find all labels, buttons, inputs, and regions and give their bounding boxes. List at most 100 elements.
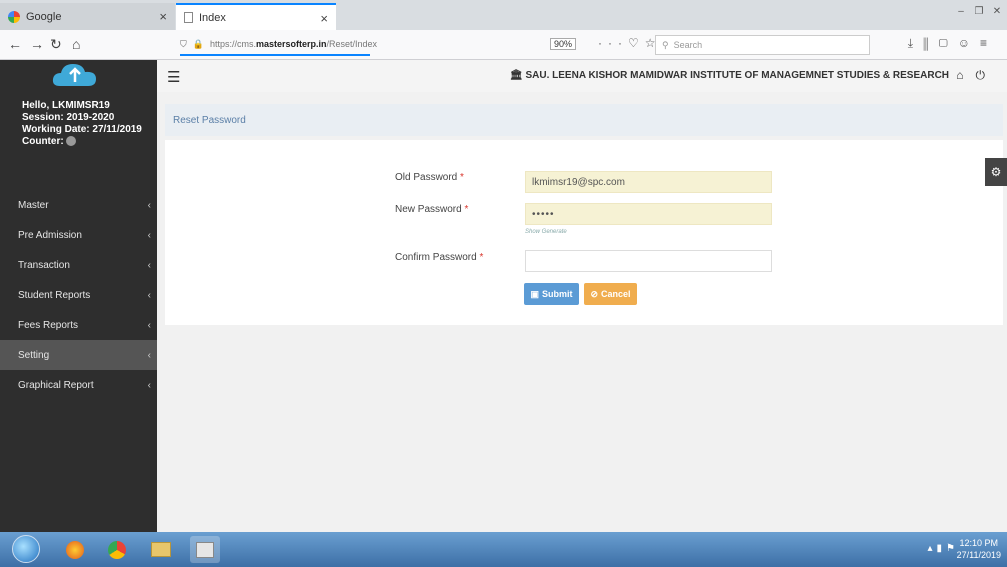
url-domain: mastersofterp.in	[256, 39, 327, 49]
browser-nav-bar: ← → ↻ ⌂ ⛉ 🔒 https://cms. mastersofterp.in…	[0, 30, 1007, 60]
counter-row: Counter:	[22, 136, 142, 148]
header-actions: ⌂⏻	[956, 68, 997, 83]
close-icon[interactable]: ×	[159, 9, 167, 24]
minimize-icon[interactable]: –	[955, 6, 967, 17]
chevron-left-icon: ‹	[147, 289, 151, 301]
reload-icon[interactable]: ↻	[50, 36, 62, 53]
field-value: •••••	[532, 208, 555, 220]
pocket-icon[interactable]: ♡	[628, 36, 645, 50]
sidebar-item-pre-admission[interactable]: Pre Admission ‹	[0, 220, 157, 250]
close-icon[interactable]: ×	[320, 11, 328, 26]
old-password-field[interactable]: lkmimsr19@spc.com	[525, 171, 772, 193]
url-prefix: https://cms.	[209, 39, 256, 49]
menu-icon[interactable]: ≡	[980, 36, 997, 50]
sidebar-item-graphical-report[interactable]: Graphical Report ‹	[0, 370, 157, 400]
sidebar-item-label: Transaction	[18, 259, 70, 271]
chevron-left-icon: ‹	[147, 319, 151, 331]
sidebar-item-label: Setting	[18, 349, 50, 361]
sidebar-item-transaction[interactable]: Transaction ‹	[0, 250, 157, 280]
sidebar-item-label: Fees Reports	[18, 319, 79, 331]
sidebar-item-setting[interactable]: Setting ‹	[0, 340, 157, 370]
chrome-icon[interactable]	[102, 536, 132, 563]
settings-gear-icon[interactable]: ⚙	[985, 158, 1007, 186]
logo	[52, 64, 96, 86]
institute-name: SAU. LEENA KISHOR MAMIDWAR INSTITUTE OF …	[525, 70, 950, 81]
required-mark: *	[464, 204, 469, 215]
sidebar-item-student-reports[interactable]: Student Reports ‹	[0, 280, 157, 310]
page-actions: ···♡☆	[598, 36, 662, 50]
library-icon[interactable]: ⫼	[923, 36, 939, 50]
old-password-label: Old Password *	[395, 172, 464, 183]
window-close-icon[interactable]: ✕	[991, 6, 1003, 17]
button-label: Cancel	[601, 289, 631, 299]
search-icon: ⚲	[662, 39, 669, 50]
firefox-icon[interactable]	[60, 536, 90, 563]
restore-icon[interactable]: ❐	[973, 6, 985, 17]
shield-icon: ⛉	[180, 38, 187, 49]
chevron-left-icon: ‹	[147, 349, 151, 361]
counter-label: Counter:	[22, 136, 64, 147]
institute-title: 🏛 SAU. LEENA KISHOR MAMIDWAR INSTITUTE O…	[510, 70, 949, 81]
hello-text: Hello, LKMIMSR19	[22, 100, 110, 111]
url-bar[interactable]: ⛉ 🔒 https://cms. mastersofterp.in/Reset/I…	[180, 34, 377, 56]
breadcrumb-bar: Reset Password	[165, 104, 1003, 136]
account-icon[interactable]: ☺	[958, 36, 980, 50]
home-icon[interactable]: ⌂	[72, 36, 80, 52]
tray-arrow-icon[interactable]: ▴	[927, 543, 936, 554]
os-taskbar: ▴▮⚑ 12:10 PM 27/11/2019	[0, 532, 1007, 567]
zoom-level[interactable]: 90%	[550, 38, 577, 50]
sidebar-item-fees-reports[interactable]: Fees Reports ‹	[0, 310, 157, 340]
working-date-text: Working Date: 27/11/2019	[22, 124, 142, 135]
start-button[interactable]	[12, 535, 40, 563]
submit-button[interactable]: ▣ Submit	[524, 283, 579, 305]
show-generate-link[interactable]: Show Generate	[525, 229, 567, 235]
sidebar-item-master[interactable]: Master ‹	[0, 190, 157, 220]
download-icon[interactable]: ⤓	[908, 36, 923, 50]
tab-google[interactable]: Google ×	[0, 3, 175, 30]
tab-label: Index	[199, 11, 226, 24]
search-placeholder: Search	[673, 40, 703, 50]
sidebar-icon[interactable]: ▢	[939, 36, 958, 50]
paint-icon[interactable]	[190, 536, 220, 563]
sidebar-item-label: Graphical Report	[18, 379, 94, 391]
browser-tab-bar: Google × Index × – ❐ ✕	[0, 0, 1007, 30]
label-text: New Password	[395, 204, 462, 215]
google-icon	[8, 10, 20, 23]
cancel-icon: ⊘	[590, 288, 599, 299]
sidebar-item-label: Student Reports	[18, 289, 91, 301]
chevron-left-icon: ‹	[147, 379, 151, 391]
reset-password-panel: Old Password * lkmimsr19@spc.com New Pas…	[165, 140, 1003, 325]
search-input[interactable]: ⚲ Search	[655, 35, 870, 55]
confirm-password-field[interactable]	[525, 250, 772, 272]
network-icon[interactable]: ▮	[937, 543, 947, 554]
user-info: Hello, LKMIMSR19 Session: 2019-2020 Work…	[22, 100, 142, 148]
field-value: lkmimsr19@spc.com	[532, 176, 625, 188]
forward-icon[interactable]: →	[30, 36, 44, 52]
taskbar-clock[interactable]: 12:10 PM 27/11/2019	[957, 537, 1001, 561]
new-password-label: New Password *	[395, 204, 468, 215]
sidebar: Hello, LKMIMSR19 Session: 2019-2020 Work…	[0, 60, 157, 532]
cancel-button[interactable]: ⊘ Cancel	[584, 283, 637, 305]
more-icon[interactable]: ···	[598, 36, 628, 50]
tab-index[interactable]: Index ×	[176, 3, 336, 30]
sidebar-menu: Master ‹ Pre Admission ‹ Transaction ‹ S…	[0, 190, 157, 400]
save-icon: ▣	[530, 288, 539, 299]
confirm-password-label: Confirm Password *	[395, 252, 483, 263]
chevron-left-icon: ‹	[147, 229, 151, 241]
page-icon	[184, 12, 193, 23]
file-explorer-icon[interactable]	[146, 536, 176, 563]
home-icon[interactable]: ⌂	[956, 68, 975, 82]
session-text: Session: 2019-2020	[22, 112, 115, 123]
clock-time: 12:10 PM	[959, 538, 999, 548]
back-icon[interactable]: ←	[8, 36, 22, 52]
browser-toolbar: ⤓⫼▢☺≡	[908, 36, 997, 51]
sidebar-item-label: Pre Admission	[18, 229, 82, 241]
new-password-field[interactable]: •••••	[525, 203, 772, 225]
tab-label: Google	[26, 10, 62, 23]
hamburger-icon[interactable]: ☰	[167, 68, 180, 86]
chevron-left-icon: ‹	[147, 199, 151, 211]
required-mark: *	[479, 252, 484, 263]
url-path: /Reset/Index	[326, 39, 378, 49]
chevron-left-icon: ‹	[147, 259, 151, 271]
power-icon[interactable]: ⏻	[976, 68, 998, 82]
